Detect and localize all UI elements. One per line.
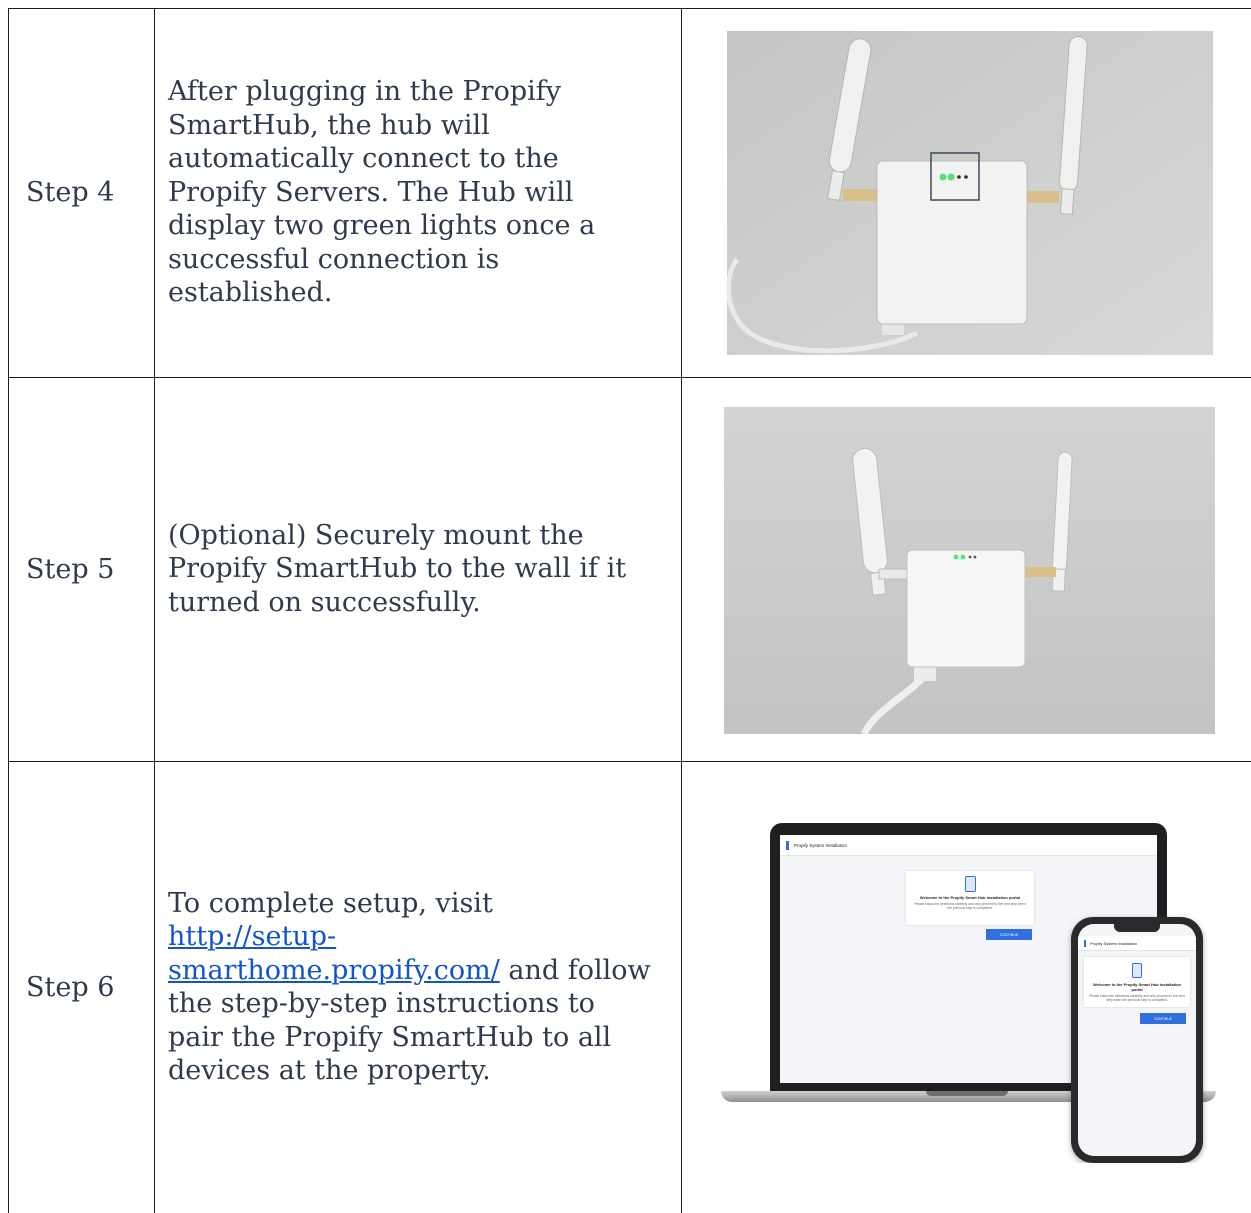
step-description: To complete setup, visit http://setup-sm… [168, 761, 658, 1213]
phone-continue-button[interactable]: CONTINUE [1140, 1013, 1186, 1024]
phone-welcome-card: Welcome to the Propify Smart Hub install… [1084, 957, 1190, 1007]
smarthub-lights-photo [727, 31, 1213, 355]
portal-header-bar: Propify System Installation [780, 835, 1157, 856]
laptop-notch [926, 1091, 1008, 1096]
step-label: Step 6 [26, 971, 115, 1003]
portal-welcome-card: Welcome to the Propify Smart Hub install… [906, 871, 1034, 925]
portal-header-title: Propify System Installation [794, 842, 848, 848]
smarthub-mounted-photo [724, 407, 1215, 734]
remote-icon [964, 876, 976, 892]
table-row-step-6: Step 6 To complete setup, visit http://s… [8, 761, 1251, 1213]
portal-logo-icon [786, 840, 789, 850]
phone-portal-header-title: Propify System Installation [1090, 940, 1138, 946]
step-description: After plugging in the Propify SmartHub, … [168, 8, 658, 377]
phone-welcome-text: Welcome to the Propify Smart Hub install… [1093, 982, 1181, 992]
step-description: (Optional) Securely mount the Propify Sm… [168, 377, 658, 761]
step-description-text: To complete setup, visit http://setup-sm… [168, 887, 658, 1088]
setup-portal-devices-image: Propify System Installation Welcome to t… [721, 823, 1216, 1163]
phone-portal-header: Propify System Installation [1078, 936, 1196, 951]
portal-instructions: Please follow the directions carefully a… [914, 902, 1026, 910]
step-description-text: (Optional) Securely mount the Propify Sm… [168, 519, 627, 618]
step-label: Step 4 [26, 177, 115, 208]
phone-instructions: Please follow the directions carefully a… [1089, 994, 1185, 1002]
phone-illustration: Propify System Installation Welcome to t… [1071, 917, 1203, 1163]
step-text-before-link: To complete setup, visit [168, 887, 493, 919]
continue-button[interactable]: CONTINUE [986, 929, 1032, 940]
step-label: Step 5 [26, 553, 115, 585]
phone-portal-logo-icon [1084, 939, 1086, 947]
portal-welcome-text: Welcome to the Propify Smart Hub install… [919, 895, 1021, 900]
step-description-text: After plugging in the Propify SmartHub, … [168, 76, 596, 309]
steps-table: Step 4 After plugging in the Propify Sma… [8, 8, 1251, 1213]
table-row-step-5: Step 5 (Optional) Securely mount the Pro… [8, 377, 1251, 761]
phone-remote-icon [1132, 963, 1142, 978]
setup-portal-link[interactable]: http://setup-smarthome.propify.com/ [168, 921, 500, 986]
phone-screen: Propify System Installation Welcome to t… [1078, 924, 1196, 1156]
table-row-step-4: Step 4 After plugging in the Propify Sma… [8, 8, 1251, 377]
phone-notch [1114, 924, 1160, 932]
